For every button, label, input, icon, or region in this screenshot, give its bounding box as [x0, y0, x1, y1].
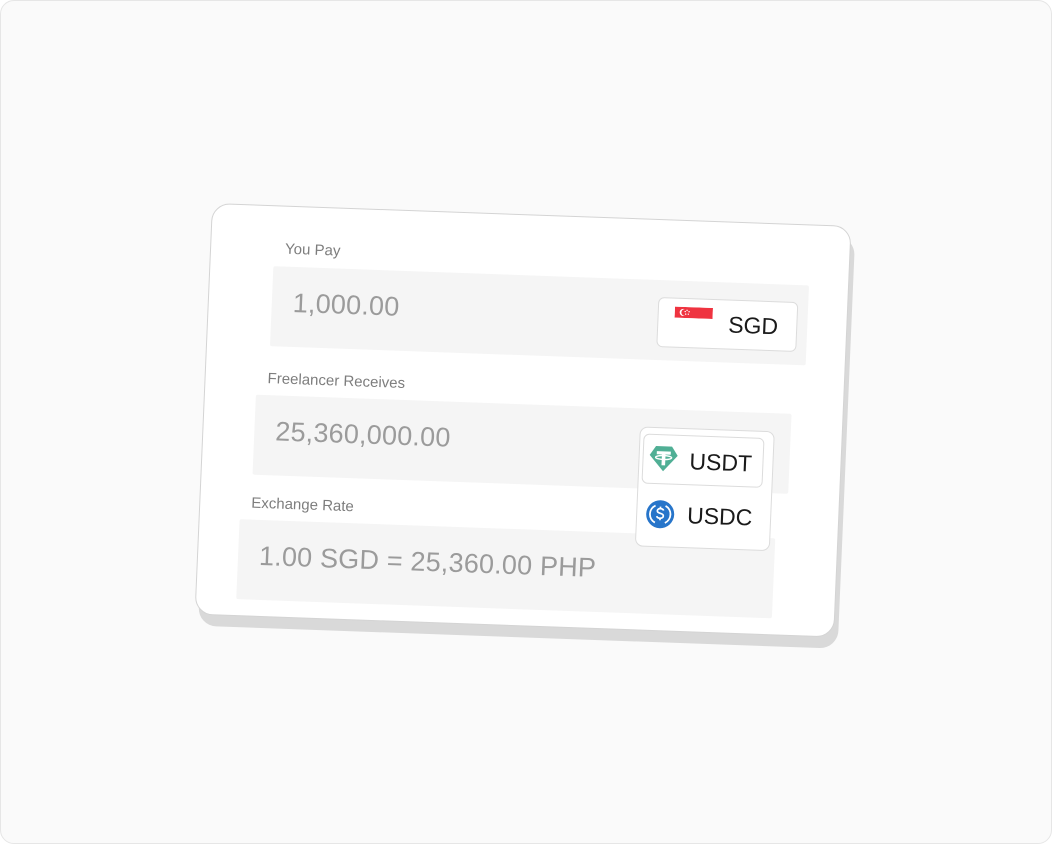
you-pay-amount[interactable]: 1,000.00	[292, 288, 400, 323]
currency-option-usdt[interactable]: USDT	[641, 433, 765, 488]
currency-code-usdt: USDT	[688, 448, 753, 477]
currency-select-sgd[interactable]: SGD	[656, 297, 799, 352]
currency-option-usdc[interactable]: USDC	[639, 487, 763, 542]
currency-code-usdc: USDC	[686, 502, 753, 531]
usdc-icon	[646, 500, 675, 529]
singapore-flag-icon	[674, 306, 713, 330]
tether-icon	[649, 446, 678, 472]
currency-converter-card-group: You Pay 1,000.00 SGD Freelancer Receives…	[194, 203, 856, 649]
crypto-currency-dropdown[interactable]: USDT USDC	[634, 426, 775, 552]
you-pay-label: You Pay	[284, 240, 341, 260]
exchange-rate-value: 1.00 SGD = 25,360.00 PHP	[258, 540, 597, 583]
freelancer-receives-amount[interactable]: 25,360,000.00	[275, 416, 451, 453]
currency-converter-card: You Pay 1,000.00 SGD Freelancer Receives…	[194, 203, 852, 638]
canvas-frame: You Pay 1,000.00 SGD Freelancer Receives…	[0, 0, 1052, 844]
freelancer-receives-label: Freelancer Receives	[267, 370, 406, 393]
you-pay-field[interactable]: 1,000.00 SGD	[269, 266, 810, 366]
currency-code-sgd: SGD	[727, 311, 779, 340]
exchange-rate-label: Exchange Rate	[250, 494, 355, 516]
